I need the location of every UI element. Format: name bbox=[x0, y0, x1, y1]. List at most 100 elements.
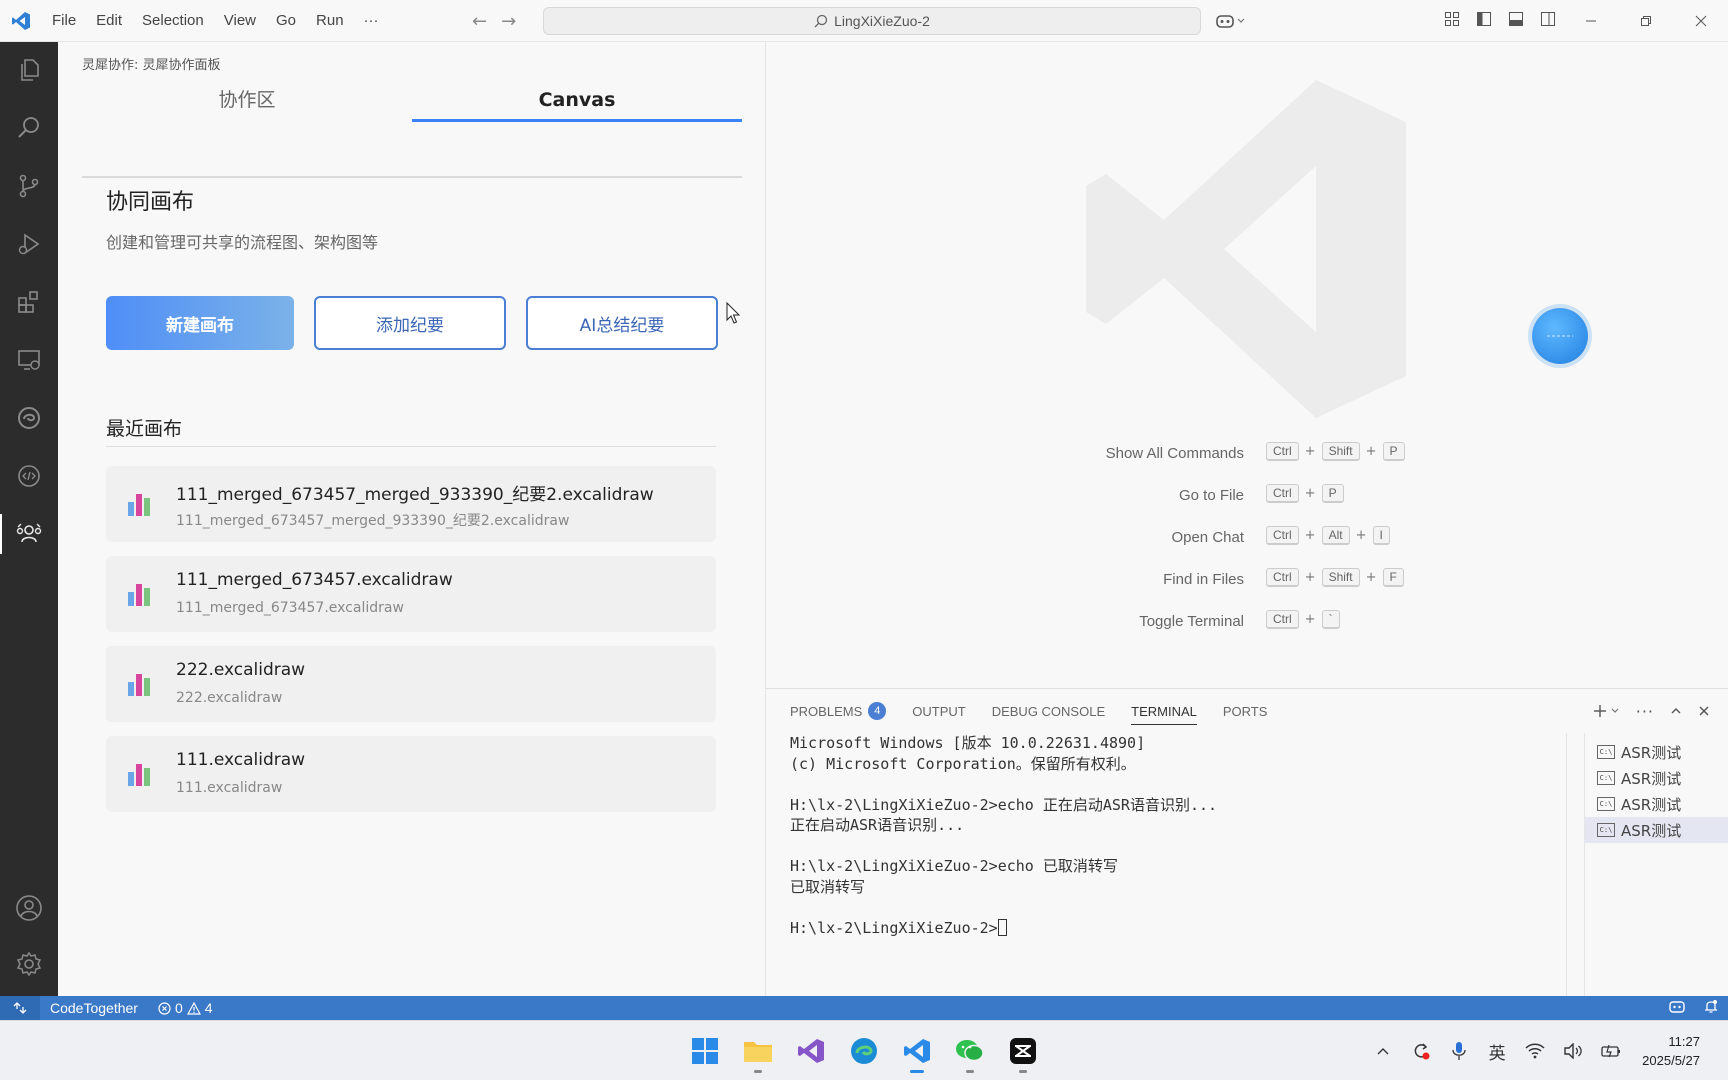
terminal-prompt-line: H:\lx-2\LingXiXieZuo-2> bbox=[790, 918, 1550, 939]
extensions-icon[interactable] bbox=[0, 276, 58, 328]
terminal-list-item[interactable]: C:\ ASR测试 bbox=[1585, 817, 1728, 843]
close-panel-icon[interactable] bbox=[1698, 702, 1710, 721]
terminal-output[interactable]: Microsoft Windows [版本 10.0.22631.4890] (c… bbox=[790, 733, 1550, 938]
key: I bbox=[1372, 526, 1390, 545]
vscode-logo-icon bbox=[0, 0, 42, 42]
menu-bar: File Edit Selection View Go Run ··· bbox=[42, 0, 389, 42]
run-debug-icon[interactable] bbox=[0, 218, 58, 270]
tab-problems[interactable]: PROBLEMS 4 bbox=[790, 689, 887, 733]
problems-count-badge: 4 bbox=[868, 702, 887, 720]
terminal-cursor bbox=[997, 918, 1007, 936]
tab-collab-area[interactable]: 协作区 bbox=[82, 82, 412, 178]
back-arrow-icon[interactable]: ← bbox=[472, 11, 487, 32]
terminal-line: H:\lx-2\LingXiXieZuo-2>echo 正在启动ASR语音识别.… bbox=[790, 795, 1218, 814]
wechat-icon[interactable] bbox=[948, 1029, 992, 1073]
toggle-sidebar-icon[interactable] bbox=[1476, 11, 1492, 31]
terminal-list-item[interactable]: C:\ ASR测试 bbox=[1585, 739, 1728, 765]
more-actions-icon[interactable]: ··· bbox=[1636, 702, 1654, 721]
panel-tabs: 协作区 Canvas bbox=[82, 82, 742, 178]
clock-date: 2025/5/27 bbox=[1642, 1053, 1700, 1068]
ai-summary-button[interactable]: AI总结纪要 bbox=[526, 296, 718, 350]
menu-go[interactable]: Go bbox=[266, 12, 306, 29]
chevron-up-icon[interactable] bbox=[1364, 1046, 1402, 1056]
collaboration-icon[interactable] bbox=[0, 508, 58, 560]
add-minutes-button[interactable]: 添加纪要 bbox=[314, 296, 506, 350]
shortcut-label: Go to File bbox=[1178, 487, 1244, 504]
problems-status[interactable]: 0 4 bbox=[148, 1000, 223, 1016]
copilot-status-icon[interactable] bbox=[1668, 1000, 1686, 1017]
maximize-panel-icon[interactable] bbox=[1670, 702, 1682, 721]
explorer-icon[interactable] bbox=[0, 44, 58, 96]
tab-ports[interactable]: PORTS bbox=[1223, 689, 1268, 733]
canvas-list-item[interactable]: 111_merged_673457.excalidraw 111_merged_… bbox=[106, 556, 716, 632]
canvas-file-name: 222.excalidraw bbox=[176, 660, 306, 680]
system-clock[interactable]: 11:27 2025/5/27 bbox=[1630, 1032, 1728, 1070]
key: Ctrl bbox=[1266, 442, 1299, 461]
floating-assistant-ball[interactable] bbox=[1532, 308, 1588, 364]
settings-gear-icon[interactable] bbox=[0, 938, 58, 990]
account-icon[interactable] bbox=[0, 882, 58, 934]
edge-devtools-icon[interactable] bbox=[0, 392, 58, 444]
canvas-list-item[interactable]: 111_merged_673457_merged_933390_纪要2.exca… bbox=[106, 466, 716, 542]
remote-explorer-icon[interactable] bbox=[0, 334, 58, 386]
key: Ctrl bbox=[1266, 526, 1299, 545]
canvas-file-path: 111.excalidraw bbox=[176, 780, 283, 796]
key: Ctrl bbox=[1266, 484, 1299, 503]
terminal-list-item[interactable]: C:\ ASR测试 bbox=[1585, 791, 1728, 817]
visual-studio-icon[interactable] bbox=[789, 1029, 833, 1073]
close-icon[interactable] bbox=[1673, 0, 1728, 42]
tab-output[interactable]: OUTPUT bbox=[912, 689, 965, 733]
source-control-icon[interactable] bbox=[0, 160, 58, 212]
vscode-taskbar-icon[interactable] bbox=[895, 1029, 939, 1073]
notifications-bell-icon[interactable] bbox=[1704, 999, 1718, 1017]
tab-debug-console[interactable]: DEBUG CONSOLE bbox=[992, 689, 1105, 733]
canvas-file-path: 111_merged_673457.excalidraw bbox=[176, 600, 404, 616]
vscode-watermark-icon bbox=[1076, 74, 1416, 428]
menu-selection[interactable]: Selection bbox=[132, 12, 214, 29]
bottom-panel: PROBLEMS 4 OUTPUT DEBUG CONSOLE TERMINAL … bbox=[766, 688, 1728, 997]
codetogether-status[interactable]: CodeTogether bbox=[40, 1000, 148, 1016]
windows-start-icon[interactable] bbox=[683, 1029, 727, 1073]
terminal-list-item[interactable]: C:\ ASR测试 bbox=[1585, 765, 1728, 791]
ime-indicator[interactable]: 英 bbox=[1478, 1039, 1516, 1064]
menu-run[interactable]: Run bbox=[306, 12, 354, 29]
microphone-icon[interactable] bbox=[1440, 1041, 1478, 1061]
menu-edit[interactable]: Edit bbox=[86, 12, 132, 29]
shortcut-label: Open Chat bbox=[1171, 529, 1244, 546]
toggle-secondary-sidebar-icon[interactable] bbox=[1540, 11, 1556, 31]
volume-icon[interactable] bbox=[1554, 1043, 1592, 1059]
key: Alt bbox=[1321, 526, 1350, 545]
error-icon bbox=[158, 1001, 171, 1015]
wifi-icon[interactable] bbox=[1516, 1043, 1554, 1059]
menu-more[interactable]: ··· bbox=[354, 12, 389, 29]
search-view-icon[interactable] bbox=[0, 102, 58, 154]
new-canvas-button[interactable]: 新建画布 bbox=[106, 296, 294, 350]
shortcut-row: Show All Commands Ctrl + Shift + P bbox=[766, 442, 1728, 468]
code-embed-icon[interactable] bbox=[0, 450, 58, 502]
minimize-icon[interactable] bbox=[1563, 0, 1618, 42]
collab-panel: 灵犀协作: 灵犀协作面板 协作区 Canvas 协同画布 创建和管理可共享的流程… bbox=[58, 42, 766, 996]
sync-icon[interactable] bbox=[1402, 1041, 1440, 1061]
new-terminal-icon[interactable] bbox=[1593, 704, 1620, 718]
remote-indicator-icon[interactable] bbox=[0, 996, 40, 1020]
edge-browser-icon[interactable] bbox=[842, 1029, 886, 1073]
divider bbox=[106, 446, 716, 447]
terminal-scrollbar[interactable] bbox=[1566, 733, 1580, 997]
tab-canvas[interactable]: Canvas bbox=[412, 82, 742, 178]
canvas-list-item[interactable]: 111.excalidraw 111.excalidraw bbox=[106, 736, 716, 812]
recent-canvas-title: 最近画布 bbox=[106, 418, 183, 440]
battery-icon[interactable] bbox=[1592, 1044, 1630, 1058]
file-explorer-icon[interactable] bbox=[736, 1029, 780, 1073]
customize-layout-icon[interactable] bbox=[1444, 11, 1460, 31]
menu-view[interactable]: View bbox=[214, 12, 266, 29]
forward-arrow-icon[interactable]: → bbox=[501, 11, 516, 32]
menu-file[interactable]: File bbox=[42, 12, 86, 29]
capcut-icon[interactable] bbox=[1001, 1029, 1045, 1073]
tab-terminal[interactable]: TERMINAL bbox=[1131, 689, 1197, 733]
shortcut-label: Find in Files bbox=[1163, 571, 1244, 588]
toggle-panel-icon[interactable] bbox=[1508, 11, 1524, 31]
restore-icon[interactable] bbox=[1618, 0, 1673, 42]
command-center[interactable]: LingXiXieZuo-2 bbox=[543, 7, 1201, 35]
copilot-icon[interactable] bbox=[1214, 12, 1246, 30]
canvas-list-item[interactable]: 222.excalidraw 222.excalidraw bbox=[106, 646, 716, 722]
